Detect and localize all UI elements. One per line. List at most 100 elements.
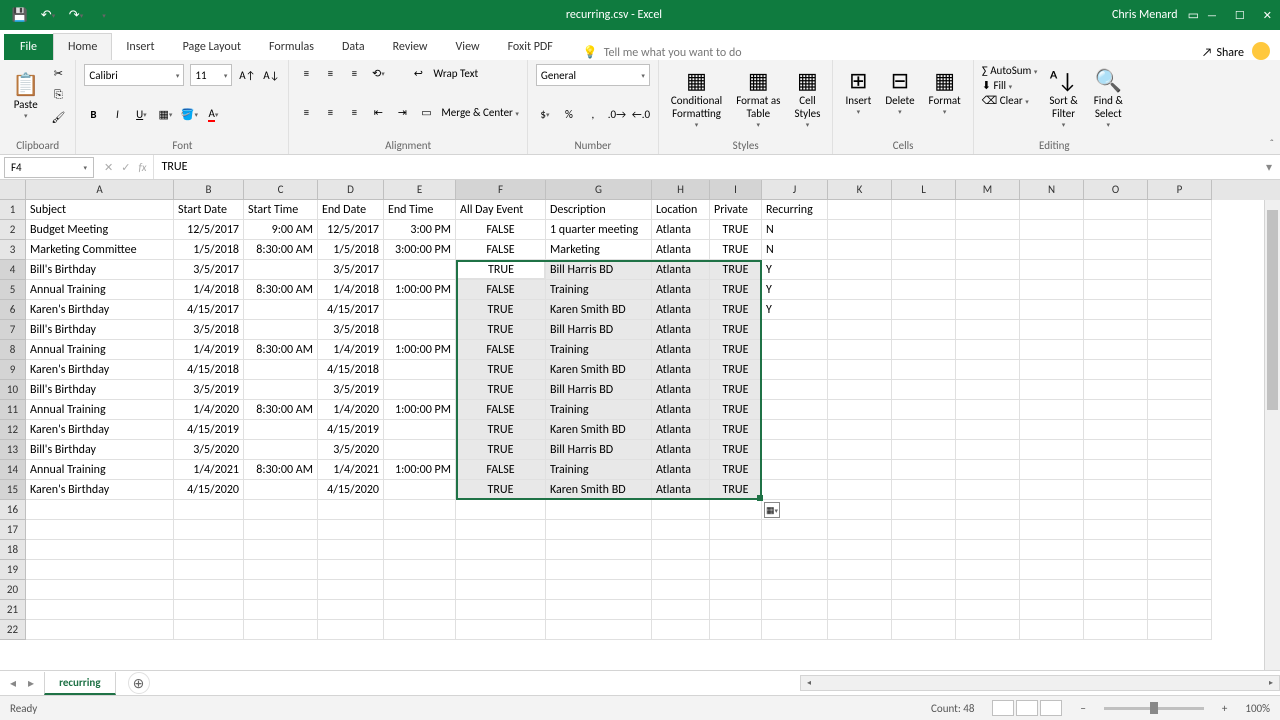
cell-M13[interactable] bbox=[956, 440, 1020, 460]
cell-H18[interactable] bbox=[652, 540, 710, 560]
page-break-view-button[interactable] bbox=[1040, 700, 1062, 716]
row-header-8[interactable]: 8 bbox=[0, 340, 26, 360]
cell-B4[interactable]: 3/5/2017 bbox=[174, 260, 244, 280]
cell-E21[interactable] bbox=[384, 600, 456, 620]
horizontal-scrollbar[interactable]: ◂ ▸ bbox=[800, 675, 1280, 691]
cell-H17[interactable] bbox=[652, 520, 710, 540]
cell-M2[interactable] bbox=[956, 220, 1020, 240]
cell-B7[interactable]: 3/5/2018 bbox=[174, 320, 244, 340]
cell-H7[interactable]: Atlanta bbox=[652, 320, 710, 340]
cell-K8[interactable] bbox=[828, 340, 892, 360]
cell-B9[interactable]: 4/15/2018 bbox=[174, 360, 244, 380]
cell-D13[interactable]: 3/5/2020 bbox=[318, 440, 384, 460]
row-header-12[interactable]: 12 bbox=[0, 420, 26, 440]
col-header-N[interactable]: N bbox=[1020, 180, 1084, 200]
cell-B10[interactable]: 3/5/2019 bbox=[174, 380, 244, 400]
copy-icon[interactable]: ⎘ bbox=[49, 86, 67, 104]
qat-customize-icon[interactable]: ▾ bbox=[92, 3, 116, 27]
add-sheet-button[interactable]: ⊕ bbox=[128, 672, 150, 694]
decrease-font-icon[interactable]: A↓ bbox=[262, 66, 280, 84]
cell-C2[interactable]: 9:00 AM bbox=[244, 220, 318, 240]
cell-H10[interactable]: Atlanta bbox=[652, 380, 710, 400]
cell-N6[interactable] bbox=[1020, 300, 1084, 320]
cell-J1[interactable]: Recurring bbox=[762, 200, 828, 220]
row-header-16[interactable]: 16 bbox=[0, 500, 26, 520]
cell-A20[interactable] bbox=[26, 580, 174, 600]
row-header-15[interactable]: 15 bbox=[0, 480, 26, 500]
cell-P15[interactable] bbox=[1148, 480, 1212, 500]
cancel-formula-icon[interactable]: ✕ bbox=[104, 161, 113, 174]
increase-font-icon[interactable]: A↑ bbox=[238, 66, 256, 84]
cell-E13[interactable] bbox=[384, 440, 456, 460]
cell-I7[interactable]: TRUE bbox=[710, 320, 762, 340]
cell-J5[interactable]: Y bbox=[762, 280, 828, 300]
cell-L12[interactable] bbox=[892, 420, 956, 440]
cell-P6[interactable] bbox=[1148, 300, 1212, 320]
cell-B2[interactable]: 12/5/2017 bbox=[174, 220, 244, 240]
cell-E7[interactable] bbox=[384, 320, 456, 340]
find-select-button[interactable]: 🔍Find & Select▾ bbox=[1090, 64, 1127, 131]
cell-N11[interactable] bbox=[1020, 400, 1084, 420]
row-header-13[interactable]: 13 bbox=[0, 440, 26, 460]
align-bottom-icon[interactable]: ≡ bbox=[345, 64, 363, 82]
cell-N3[interactable] bbox=[1020, 240, 1084, 260]
cell-J8[interactable] bbox=[762, 340, 828, 360]
cell-D21[interactable] bbox=[318, 600, 384, 620]
cell-E8[interactable]: 1:00:00 PM bbox=[384, 340, 456, 360]
cell-O19[interactable] bbox=[1084, 560, 1148, 580]
font-name-select[interactable]: Calibri▾ bbox=[84, 64, 184, 86]
cell-C1[interactable]: Start Time bbox=[244, 200, 318, 220]
cell-E22[interactable] bbox=[384, 620, 456, 640]
col-header-K[interactable]: K bbox=[828, 180, 892, 200]
cell-C10[interactable] bbox=[244, 380, 318, 400]
cell-O10[interactable] bbox=[1084, 380, 1148, 400]
cell-C14[interactable]: 8:30:00 AM bbox=[244, 460, 318, 480]
cell-H20[interactable] bbox=[652, 580, 710, 600]
cell-A13[interactable]: Bill's Birthday bbox=[26, 440, 174, 460]
cell-L8[interactable] bbox=[892, 340, 956, 360]
cell-K16[interactable] bbox=[828, 500, 892, 520]
cell-I19[interactable] bbox=[710, 560, 762, 580]
cell-L2[interactable] bbox=[892, 220, 956, 240]
cell-O17[interactable] bbox=[1084, 520, 1148, 540]
cell-P18[interactable] bbox=[1148, 540, 1212, 560]
cell-A9[interactable]: Karen's Birthday bbox=[26, 360, 174, 380]
cell-A11[interactable]: Annual Training bbox=[26, 400, 174, 420]
cell-P11[interactable] bbox=[1148, 400, 1212, 420]
cell-M14[interactable] bbox=[956, 460, 1020, 480]
cell-G11[interactable]: Training bbox=[546, 400, 652, 420]
cell-M22[interactable] bbox=[956, 620, 1020, 640]
cell-O22[interactable] bbox=[1084, 620, 1148, 640]
normal-view-button[interactable] bbox=[992, 700, 1014, 716]
cell-F22[interactable] bbox=[456, 620, 546, 640]
cell-P7[interactable] bbox=[1148, 320, 1212, 340]
cell-H11[interactable]: Atlanta bbox=[652, 400, 710, 420]
hscroll-right-icon[interactable]: ▸ bbox=[1263, 676, 1279, 690]
cell-K1[interactable] bbox=[828, 200, 892, 220]
cell-O1[interactable] bbox=[1084, 200, 1148, 220]
cell-F18[interactable] bbox=[456, 540, 546, 560]
cell-F8[interactable]: FALSE bbox=[456, 340, 546, 360]
cell-N16[interactable] bbox=[1020, 500, 1084, 520]
cell-P12[interactable] bbox=[1148, 420, 1212, 440]
cell-F9[interactable]: TRUE bbox=[456, 360, 546, 380]
cell-H21[interactable] bbox=[652, 600, 710, 620]
cell-E11[interactable]: 1:00:00 PM bbox=[384, 400, 456, 420]
cell-P3[interactable] bbox=[1148, 240, 1212, 260]
cell-F4[interactable]: TRUE bbox=[456, 260, 546, 280]
col-header-F[interactable]: F bbox=[456, 180, 546, 200]
row-header-14[interactable]: 14 bbox=[0, 460, 26, 480]
cell-A1[interactable]: Subject bbox=[26, 200, 174, 220]
cell-I16[interactable] bbox=[710, 500, 762, 520]
cell-K11[interactable] bbox=[828, 400, 892, 420]
cell-N4[interactable] bbox=[1020, 260, 1084, 280]
cell-I22[interactable] bbox=[710, 620, 762, 640]
cell-H12[interactable]: Atlanta bbox=[652, 420, 710, 440]
cell-H19[interactable] bbox=[652, 560, 710, 580]
cell-K20[interactable] bbox=[828, 580, 892, 600]
cell-H22[interactable] bbox=[652, 620, 710, 640]
cell-J18[interactable] bbox=[762, 540, 828, 560]
tab-foxit[interactable]: Foxit PDF bbox=[494, 34, 567, 60]
delete-cells-button[interactable]: ⊟Delete▾ bbox=[881, 64, 918, 118]
cell-F1[interactable]: All Day Event bbox=[456, 200, 546, 220]
